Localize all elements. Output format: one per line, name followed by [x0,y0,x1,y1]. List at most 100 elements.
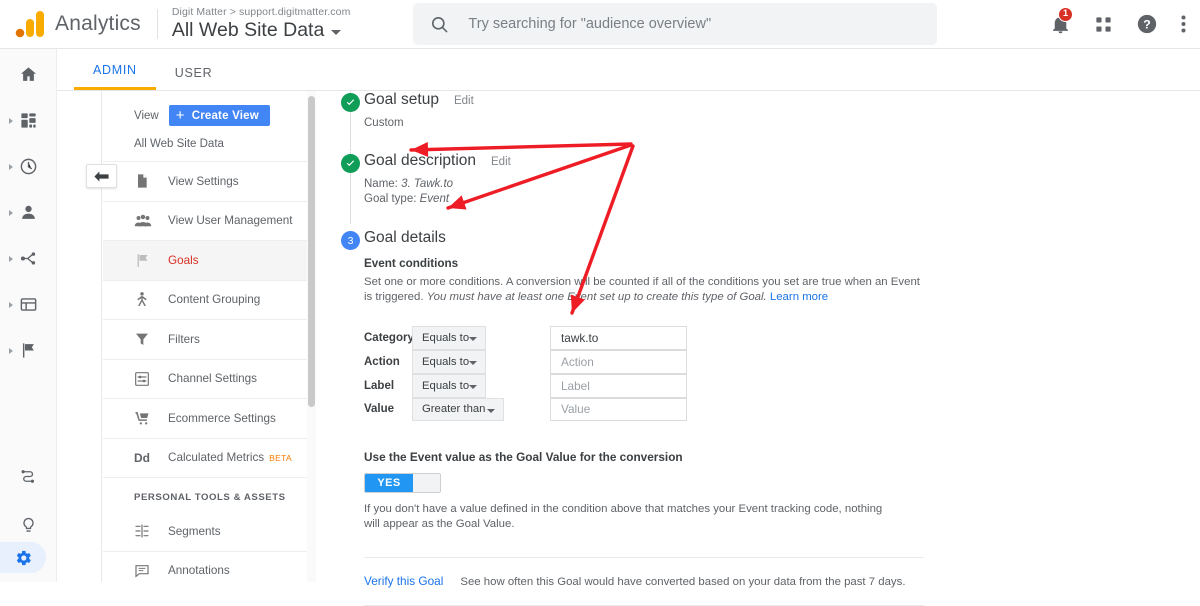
rail-item-home[interactable] [0,58,56,91]
share-nodes-icon [20,252,35,265]
chevron-down-icon [469,384,477,389]
goal-description-details: Name: 3. Tawk.to Goal type: Event [364,177,930,207]
condition-row-action: Action Equals to [364,349,930,374]
event-value-toggle[interactable]: YES [364,473,441,494]
more-options-button[interactable] [1181,14,1186,34]
top-header-bar: Analytics Digit Matter > support.digitma… [0,0,1200,49]
expand-arrow-icon [9,348,13,354]
sidebar-item-label: View User Management [168,214,293,228]
sidebar-item-channel-settings[interactable]: Channel Settings [103,360,311,399]
sidebar-item-filters[interactable]: Filters [103,320,311,360]
window-icon [20,298,36,311]
rail-item-admin[interactable] [0,542,46,573]
rail-item-acquisition[interactable] [0,242,56,275]
analytics-logo-icon [15,11,44,38]
help-button[interactable]: ? [1136,13,1158,35]
step-goal-description: Goal description Edit Name: 3. Tawk.to G… [330,152,930,224]
collapse-panel-button[interactable] [86,164,117,188]
sidebar-item-segments[interactable]: Segments [103,512,311,552]
apps-grid-button[interactable] [1094,15,1113,34]
condition-operator-select[interactable]: Equals to [412,349,486,374]
tab-admin[interactable]: ADMIN [74,63,156,90]
event-value-toggle-description: If you don't have a value defined in the… [364,503,883,530]
goal-details-title: Goal details [364,229,446,246]
goal-description-edit-link[interactable]: Edit [491,156,511,168]
rail-item-audience[interactable] [0,196,56,229]
dashboard-icon [20,113,36,128]
condition-operator-select[interactable]: Equals to [412,373,486,398]
goal-type-value: Event [419,193,450,205]
event-conditions-description: Set one or more conditions. A conversion… [364,275,922,304]
toggle-yes-label: YES [365,474,413,493]
step-number-badge: 3 [341,231,360,250]
nav-scrollbar-thumb[interactable] [308,96,315,407]
rail-item-realtime[interactable] [0,150,56,183]
rail-item-conversions[interactable] [0,334,56,367]
sidebar-item-annotations[interactable]: Annotations [103,552,311,583]
flag-icon [22,343,34,358]
expand-arrow-icon [9,256,13,262]
header-action-icons: 1 ? [1027,6,1200,35]
rail-item-customization[interactable] [0,104,56,137]
rail-item-behavior[interactable] [0,288,56,321]
condition-value-input[interactable] [550,349,687,374]
divider [364,604,924,606]
condition-operator-select[interactable]: Greater than [412,397,504,422]
sidebar-item-view-settings[interactable]: View Settings [103,162,311,202]
expand-arrow-icon [9,164,13,170]
rail-item-insights[interactable] [0,509,57,542]
condition-operator-value: Greater than [422,403,486,416]
search-input[interactable] [466,15,907,33]
condition-operator-value: Equals to [422,379,470,392]
sidebar-item-label: View Settings [168,174,239,188]
expand-arrow-icon [9,210,13,216]
sidebar-item-ecommerce-settings[interactable]: Ecommerce Settings [103,399,311,439]
condition-label: Label [364,379,395,392]
tab-user[interactable]: USER [156,66,232,90]
verify-this-goal-link[interactable]: Verify this Goal [364,574,443,588]
section-header-personal-tools: PERSONAL TOOLS & ASSETS [134,492,286,503]
step-goal-details: 3 Goal details Event conditions Set one … [330,229,930,606]
verify-goal-row: Verify this Goal See how often this Goal… [364,574,930,588]
chevron-down-icon [331,30,342,35]
goal-name-value: 3. Tawk.to [401,178,454,190]
learn-more-link[interactable]: Learn more [770,291,828,303]
sidebar-item-content-grouping[interactable]: Content Grouping [103,281,311,320]
left-navigation-rail [0,49,57,582]
sidebar-item-label: Channel Settings [168,372,258,386]
goal-setup-edit-link[interactable]: Edit [454,95,474,107]
condition-value-input[interactable] [550,373,687,398]
toggle-off-side [413,474,440,493]
condition-value-input[interactable] [550,326,687,350]
condition-operator-select[interactable]: Equals to [412,326,486,350]
event-conditions-table: Category Equals to Action Equals to Labe… [364,326,930,422]
step-goal-setup: Goal setup Edit Custom [330,91,930,151]
sidebar-item-label: Filters [168,332,200,346]
segments-icon [134,523,155,539]
sidebar-item-label: Ecommerce Settings [168,411,276,425]
svg-text:?: ? [1143,18,1151,32]
sidebar-item-calculated-metrics[interactable]: Dd Calculated Metrics BETA [103,439,311,478]
chevron-down-icon [469,337,477,342]
sidebar-item-view-user-management[interactable]: View User Management [103,202,311,241]
create-view-label: Create View [191,109,259,122]
condition-value-input[interactable] [550,397,687,422]
account-selector[interactable]: Digit Matter > support.digitmatter.com A… [172,6,351,42]
notifications-button[interactable]: 1 [1050,6,1073,35]
document-icon [134,173,155,189]
funnel-icon [134,331,155,347]
rail-bottom-group [0,460,57,582]
create-view-button[interactable]: + Create View [168,105,270,126]
brand-title: Analytics [55,12,141,35]
chevron-down-icon [487,408,495,413]
sidebar-item-label: Content Grouping [168,293,261,307]
plus-icon: + [175,106,185,124]
condition-row-category: Category Equals to [364,326,930,350]
condition-label: Category [364,332,414,345]
sidebar-item-label: Goals [168,253,199,267]
search-bar[interactable] [413,3,938,45]
condition-label: Value [364,403,395,416]
goal-description-title: Goal description [364,152,477,169]
rail-item-discover[interactable] [0,460,57,493]
sidebar-item-goals[interactable]: Goals [103,241,311,281]
